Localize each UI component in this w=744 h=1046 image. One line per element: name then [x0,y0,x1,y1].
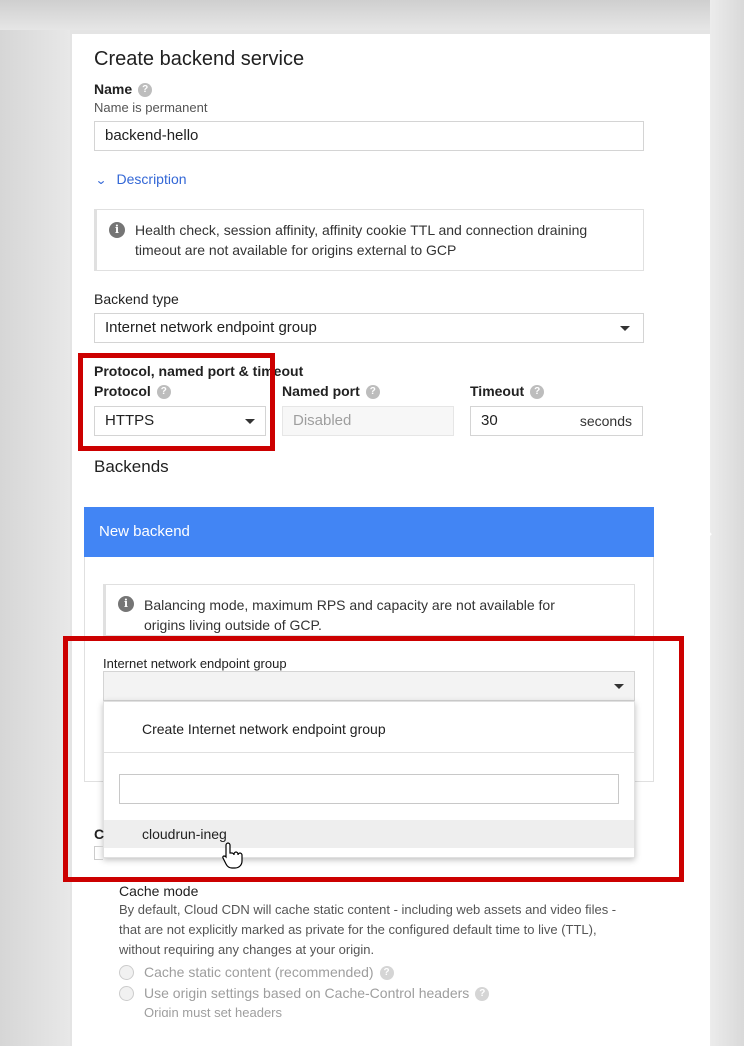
highlight-box-protocol [78,353,275,451]
info-icon: i [118,596,134,612]
cdn-partial-label: C [94,826,105,842]
backends-heading: Backends [94,457,169,476]
cache-desc-line2: that are not explicitly marked as privat… [119,922,597,937]
chevron-up-icon[interactable] [695,525,713,537]
cache-desc-line3: without requiring any changes at your or… [119,942,375,957]
cdn-partial-input [94,846,103,860]
info-balancing-line1: Balancing mode, maximum RPS and capacity… [144,597,555,613]
highlight-box-neg [63,636,684,882]
help-icon[interactable]: ? [379,965,394,980]
help-icon[interactable]: ? [138,83,153,98]
info-text-line2: timeout are not available for origins ex… [135,242,457,258]
cache-option-static-label: Cache static content (recommended) [144,964,374,980]
cache-option-origin-label: Use origin settings based on Cache-Contr… [144,985,470,1001]
cache-option-static[interactable]: Cache static content (recommended)? [119,964,394,982]
cache-desc-line1: By default, Cloud CDN will cache static … [119,902,617,917]
name-hint: Name is permanent [94,100,208,115]
description-link: Description [116,171,187,187]
timeout-label: Timeout? [470,383,545,400]
background-right [710,0,744,1046]
description-toggle[interactable]: ⌄ Description [94,171,187,189]
name-label: Name? [94,81,153,98]
new-backend-header[interactable]: New backend [84,507,712,557]
backend-type-label: Backend type [94,291,179,307]
timeout-value: 30 [481,412,498,429]
named-port-input: Disabled [282,406,454,436]
name-input[interactable]: backend-hello [94,121,644,151]
dropdown-arrow-icon [620,326,630,331]
timeout-unit: seconds [579,413,632,429]
backend-type-value: Internet network endpoint group [105,319,317,336]
info-box-balancing: i Balancing mode, maximum RPS and capaci… [103,584,635,636]
radio-button[interactable] [119,986,134,1002]
cache-mode-label: Cache mode [119,883,199,899]
backend-type-select[interactable]: Internet network endpoint group [94,313,644,343]
timeout-input[interactable]: 30 seconds [470,406,643,436]
background-left [0,0,70,1046]
help-icon[interactable]: ? [365,385,380,400]
background-top [0,0,744,30]
help-icon[interactable]: ? [475,986,490,1001]
chevron-down-icon: ⌄ [94,173,108,187]
info-icon: i [109,222,125,238]
cache-option-origin-note: Origin must set headers [144,1005,283,1017]
cache-option-origin[interactable]: Use origin settings based on Cache-Contr… [119,985,490,1003]
info-box-external: i Health check, session affinity, affini… [94,209,644,271]
info-text-line1: Health check, session affinity, affinity… [135,222,588,238]
new-backend-label: New backend [99,523,190,540]
info-balancing-line2: origins living outside of GCP. [144,617,322,633]
named-port-label: Named port? [282,383,380,400]
page-title: Create backend service [94,48,305,70]
radio-button[interactable] [119,965,134,981]
help-icon[interactable]: ? [530,385,545,400]
